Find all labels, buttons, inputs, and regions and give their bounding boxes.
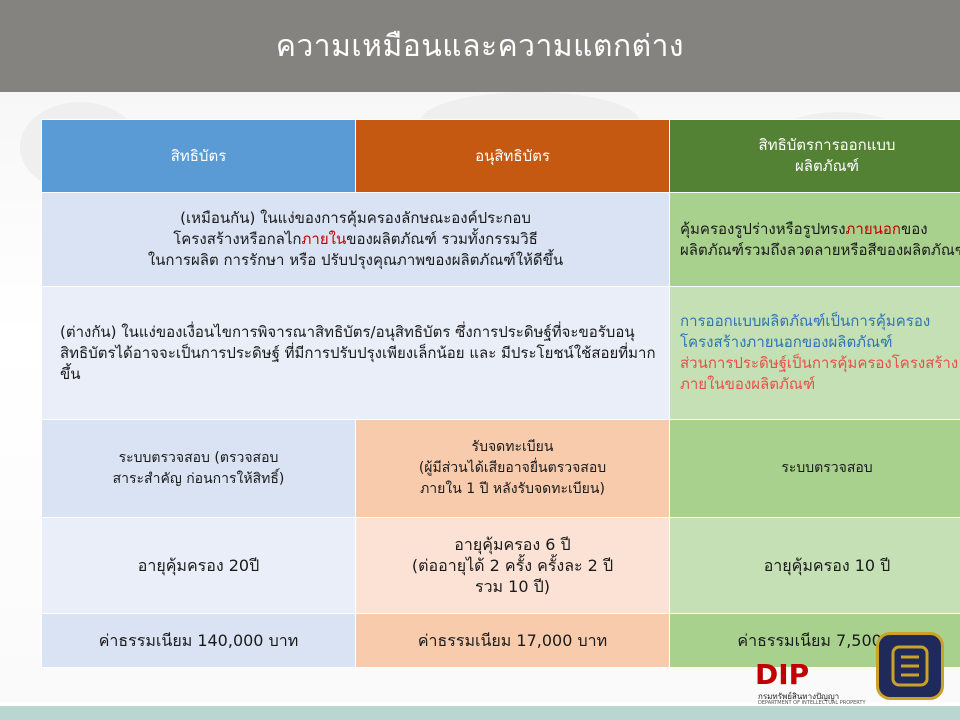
slide-title: ความเหมือนและความแตกต่าง <box>275 28 685 64</box>
petty-term-cell: อายุคุ้มครอง 6 ปี (ต่ออายุได้ 2 ครั้ง คร… <box>355 517 670 614</box>
table-row: ระบบตรวจสอบ (ตรวจสอบ สาระสำคัญ ก่อนการให… <box>41 419 960 518</box>
similarity-line2-pre: โครงสร้างหรือกลไก <box>173 230 302 248</box>
patent-term-cell: อายุคุ้มครอง 20ปี <box>41 517 356 614</box>
header-patent: สิทธิบัตร <box>41 119 356 193</box>
similarity-internal-highlight: ภายใน <box>301 230 347 248</box>
patent-examination-cell: ระบบตรวจสอบ (ตรวจสอบ สาระสำคัญ ก่อนการให… <box>41 419 356 518</box>
header-design-patent: สิทธิบัตรการออกแบบ ผลิตภัณฑ์ <box>669 119 960 193</box>
similarity-line3: ในการผลิต การรักษา หรือ ปรับปรุงคุณภาพขอ… <box>147 251 564 269</box>
header-petty-patent: อนุสิทธิบัตร <box>355 119 670 193</box>
difference-cell: (ต่างกัน) ในแง่ของเงื่อนไขการพิจารณาสิทธ… <box>41 286 670 420</box>
design-examination-cell: ระบบตรวจสอบ <box>669 419 960 518</box>
design-term-cell: อายุคุ้มครอง 10 ปี <box>669 517 960 614</box>
dip-logo: DIP กรมทรัพย์สินทางปัญญา DEPARTMENT OF I… <box>755 658 875 710</box>
comparison-table: สิทธิบัตร อนุสิทธิบัตร สิทธิบัตรการออกแบ… <box>41 119 960 668</box>
design-difference-external: การออกแบบผลิตภัณฑ์เป็นการคุ้มครองโครงสร้… <box>680 312 931 351</box>
table-row: (เหมือนกัน) ในแง่ของการคุ้มครองลักษณะองค… <box>41 192 960 287</box>
design-difference-cell: การออกแบบผลิตภัณฑ์เป็นการคุ้มครองโครงสร้… <box>669 286 960 420</box>
petty-fee-cell: ค่าธรรมเนียม 17,000 บาท <box>355 613 670 668</box>
title-bar: ความเหมือนและความแตกต่าง <box>0 0 960 92</box>
design-difference-internal: ส่วนการประดิษฐ์เป็นการคุ้มครองโครงสร้างภ… <box>680 354 959 393</box>
table-row: อายุคุ้มครอง 20ปี อายุคุ้มครอง 6 ปี (ต่อ… <box>41 517 960 614</box>
similarity-cell: (เหมือนกัน) ในแง่ของการคุ้มครองลักษณะองค… <box>41 192 670 287</box>
design-protection-cell: คุ้มครองรูปร่างหรือรูปทรงภายนอกของผลิตภั… <box>669 192 960 287</box>
table-row: (ต่างกัน) ในแง่ของเงื่อนไขการพิจารณาสิทธ… <box>41 286 960 420</box>
dip-logo-mark: DIP <box>755 658 810 691</box>
petty-registration-cell: รับจดทะเบียน (ผู้มีส่วนได้เสียอาจยื่นตรว… <box>355 419 670 518</box>
patent-fee-cell: ค่าธรรมเนียม 140,000 บาท <box>41 613 356 668</box>
ministry-emblem-icon <box>876 632 944 700</box>
footer-strip <box>0 706 960 720</box>
table-header-row: สิทธิบัตร อนุสิทธิบัตร สิทธิบัตรการออกแบ… <box>41 119 960 193</box>
similarity-line2-post: ของผลิตภัณฑ์ รวมทั้งกรรมวิธี <box>346 230 538 248</box>
similarity-line1: (เหมือนกัน) ในแง่ของการคุ้มครองลักษณะองค… <box>180 209 531 227</box>
design-protection-pre: คุ้มครองรูปร่างหรือรูปทรง <box>680 219 846 238</box>
design-external-highlight: ภายนอก <box>845 219 901 238</box>
